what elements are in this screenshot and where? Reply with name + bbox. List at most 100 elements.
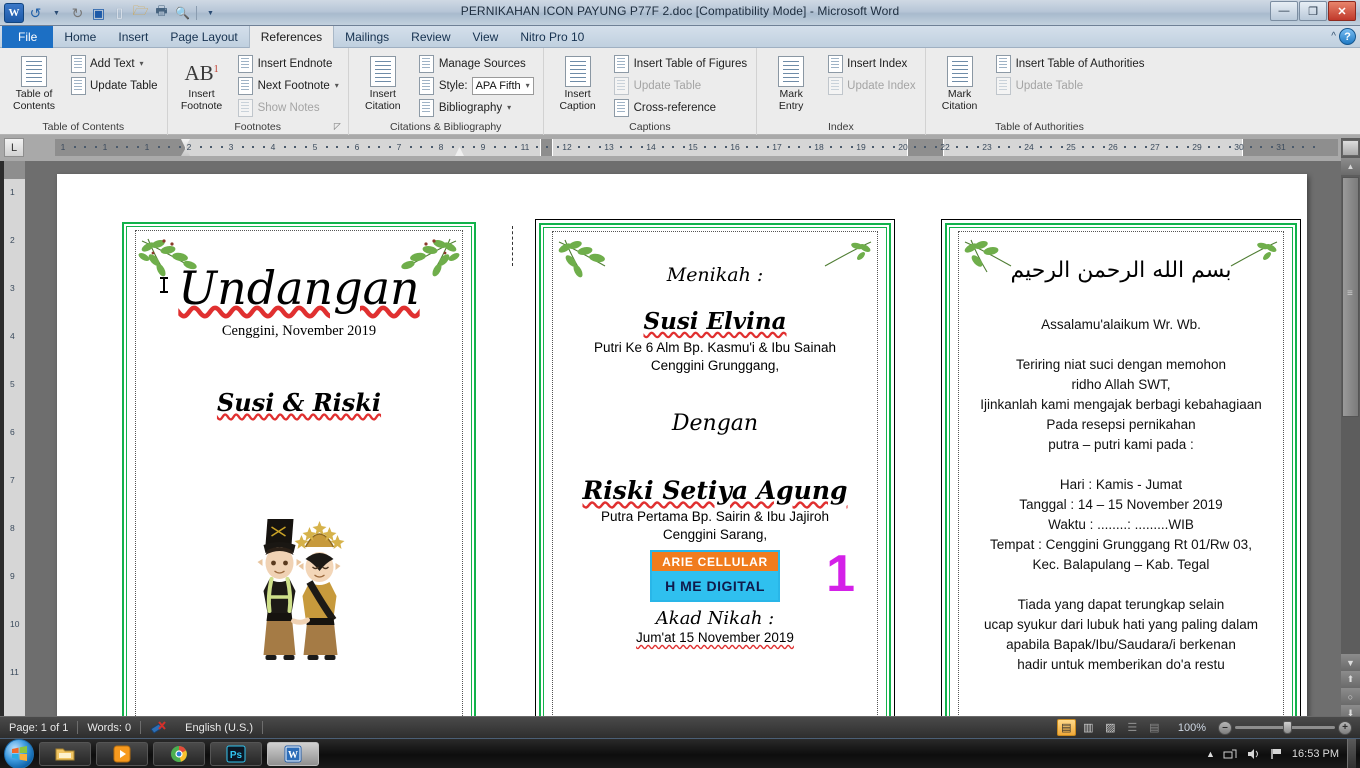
ruler-tick-label: 13 [604, 142, 614, 152]
ribbon-command-next-footnote[interactable]: Next Footnote ▾ [234, 75, 343, 96]
vertical-ruler-tick-label: 4 [10, 331, 15, 341]
ribbon-group-label: Table of Authorities [931, 120, 1149, 135]
horizontal-ruler[interactable]: 1 1 1 2 3 4 5 6 7 8 9 11 12 13 14 15 16 17 18 19 20 22 23 24 25 2… [55, 139, 1338, 156]
ribbon-tab-page-layout[interactable]: Page Layout [159, 26, 248, 48]
ribbon-command-insert-table-of-figures[interactable]: Insert Table of Figures [610, 53, 752, 74]
leaf-ornament-icon [401, 238, 460, 277]
taskbar-photoshop-button[interactable]: Ps [210, 741, 262, 766]
select-browse-object-button[interactable]: ○ [1341, 688, 1360, 705]
print-layout-view-button[interactable]: ▤ [1056, 719, 1076, 736]
zoom-slider[interactable] [1235, 721, 1335, 734]
zoom-out-icon: – [1222, 722, 1228, 733]
web-layout-view-button[interactable]: ▨ [1101, 719, 1120, 736]
ruler-minor-tick [756, 146, 758, 148]
ruler-minor-tick [73, 146, 76, 148]
volume-icon[interactable] [1246, 747, 1261, 761]
card2-akad-heading: Akad Nikah : [655, 608, 775, 629]
scrollbar-bottom-controls[interactable]: ▼ ⬆ ○ ⬇ [1341, 654, 1360, 722]
show-desktop-button[interactable] [1347, 738, 1356, 768]
taskbar-chrome-button[interactable] [153, 741, 205, 766]
close-button[interactable]: ✕ [1328, 1, 1356, 21]
ribbon-command-insert-index[interactable]: Insert Index [823, 53, 919, 74]
ribbon-tab-view[interactable]: View [462, 26, 510, 48]
ribbon-command-add-text[interactable]: Add Text ▾ [66, 53, 162, 74]
ribbon-tab-references[interactable]: References [248, 26, 335, 48]
ribbon-tab-home[interactable]: Home [53, 26, 107, 48]
chevron-down-icon[interactable]: ▾ [526, 81, 530, 90]
card2-groom-name: Riski Setiya Agung [582, 476, 848, 505]
restore-button[interactable]: ❐ [1299, 1, 1327, 21]
split-window-handle[interactable] [1342, 140, 1359, 156]
scroll-up-button[interactable]: ▲ [1341, 158, 1360, 175]
tab-label: Review [411, 30, 451, 44]
ruler-minor-tick [199, 146, 202, 148]
ribbon-button-insert-footnote[interactable]: AB1 Insert Footnote [173, 51, 231, 112]
zoom-in-button[interactable]: + [1338, 720, 1352, 735]
javanese-bride-groom-illustration-icon [257, 519, 345, 660]
taskbar-media-player-button[interactable] [96, 741, 148, 766]
system-tray[interactable]: ▲ 16:53 PM [1206, 738, 1360, 768]
ribbon-button-table-of-contents[interactable]: Table of Contents [5, 51, 63, 112]
status-word-count[interactable]: Words: 0 [78, 717, 140, 739]
scrollbar-thumb[interactable] [1342, 177, 1359, 417]
full-screen-reading-view-button[interactable]: ▥ [1079, 719, 1098, 736]
ribbon-command-bibliography[interactable]: Bibliography ▾ [415, 97, 538, 118]
outline-view-button[interactable]: ☰ [1123, 719, 1142, 736]
citation-style-select[interactable]: APA Fifth ▾ [471, 76, 534, 95]
tab-stop-selector-button[interactable]: L [4, 138, 24, 157]
ribbon-group-label-text: Captions [629, 121, 671, 133]
invitation-card-cover[interactable]: Undangan Cenggini, November 2019 Susi & … [119, 219, 479, 722]
ruler-minor-tick [514, 146, 517, 148]
language-indicator[interactable]: English (U.S.) [176, 717, 262, 739]
command-label: Add Text [90, 57, 135, 70]
network-icon[interactable] [1223, 747, 1238, 761]
ribbon-button-mark-entry[interactable]: Mark Entry [762, 51, 820, 112]
ribbon-group-commands: Insert Endnote Next Footnote ▾ Show Notes [234, 51, 343, 118]
document-canvas[interactable]: Undangan Cenggini, November 2019 Susi & … [25, 161, 1341, 722]
ribbon-button-insert-caption[interactable]: Insert Caption [549, 51, 607, 112]
help-icon[interactable]: ? [1339, 28, 1356, 45]
status-page-indicator[interactable]: Page: 1 of 1 [0, 717, 77, 739]
ribbon-tab-nitro-pro-10[interactable]: Nitro Pro 10 [509, 26, 595, 48]
card3-closing-line-3: apabila Bapak/Ibu/Saudara/i berkenan [1006, 637, 1236, 652]
invitation-card-names[interactable]: Menikah : Susi Elvina Putri Ke 6 Alm Bp.… [535, 219, 895, 722]
ribbon-command-update-table[interactable]: Update Table [66, 75, 162, 96]
chevron-down-icon[interactable]: ▾ [507, 103, 511, 112]
zoom-slider-thumb[interactable] [1283, 721, 1292, 734]
chevron-down-icon[interactable]: ▾ [140, 59, 144, 68]
ribbon-help-controls[interactable]: ^ ? [1331, 28, 1356, 45]
invitation-card-details[interactable]: بسم الله الرحمن الرحيم Assalamu'alaikum … [941, 219, 1301, 722]
draft-view-button[interactable]: ▤ [1145, 719, 1164, 736]
chevron-down-icon[interactable]: ▾ [335, 81, 339, 90]
taskbar-word-button[interactable]: W [267, 741, 319, 766]
show-hidden-icons-button[interactable]: ▲ [1206, 749, 1215, 759]
ribbon-command-cross-reference[interactable]: Cross-reference [610, 97, 752, 118]
minimize-button[interactable]: — [1270, 1, 1298, 21]
ribbon-command-insert-endnote[interactable]: Insert Endnote [234, 53, 343, 74]
start-button[interactable] [4, 738, 34, 768]
ribbon-button-mark-citation[interactable]: Mark Citation [931, 51, 989, 112]
zoom-level-label[interactable]: 100% [1178, 722, 1206, 734]
scroll-down-button[interactable]: ▼ [1341, 654, 1360, 671]
dialog-launcher-icon[interactable]: ◸ [334, 119, 341, 134]
zoom-out-button[interactable]: – [1218, 720, 1232, 735]
ribbon-tab-review[interactable]: Review [400, 26, 461, 48]
taskbar-clock[interactable]: 16:53 PM [1292, 748, 1339, 760]
ribbon-tab-mailings[interactable]: Mailings [334, 26, 400, 48]
ribbon-tab-file[interactable]: File [2, 26, 54, 48]
action-center-flag-icon[interactable] [1269, 747, 1284, 761]
previous-page-button[interactable]: ⬆ [1341, 671, 1360, 688]
ribbon-command-manage-sources[interactable]: Manage Sources [415, 53, 538, 74]
ribbon-button-insert-citation[interactable]: Insert Citation [354, 51, 412, 112]
window-controls[interactable]: — ❐ ✕ [1270, 1, 1356, 21]
vertical-scrollbar[interactable]: ▲ ▼ ⬆ ○ ⬇ [1341, 138, 1360, 722]
taskbar-explorer-button[interactable] [39, 741, 91, 766]
ribbon-command-style-[interactable]: Style: APA Fifth ▾ [415, 75, 538, 96]
ribbon-command-insert-table-of-authorities[interactable]: Insert Table of Authorities [992, 53, 1149, 74]
collapse-ribbon-icon[interactable]: ^ [1331, 31, 1336, 42]
proofing-status-button[interactable] [141, 717, 176, 739]
ribbon-tab-insert[interactable]: Insert [107, 26, 159, 48]
status-view-controls[interactable]: ▤ ▥ ▨ ☰ ▤ 100% – + [1056, 719, 1360, 736]
vertical-ruler[interactable]: 1 2 3 4 5 6 7 8 9 10 11 [4, 161, 25, 723]
ruler-minor-tick [1165, 146, 1168, 148]
